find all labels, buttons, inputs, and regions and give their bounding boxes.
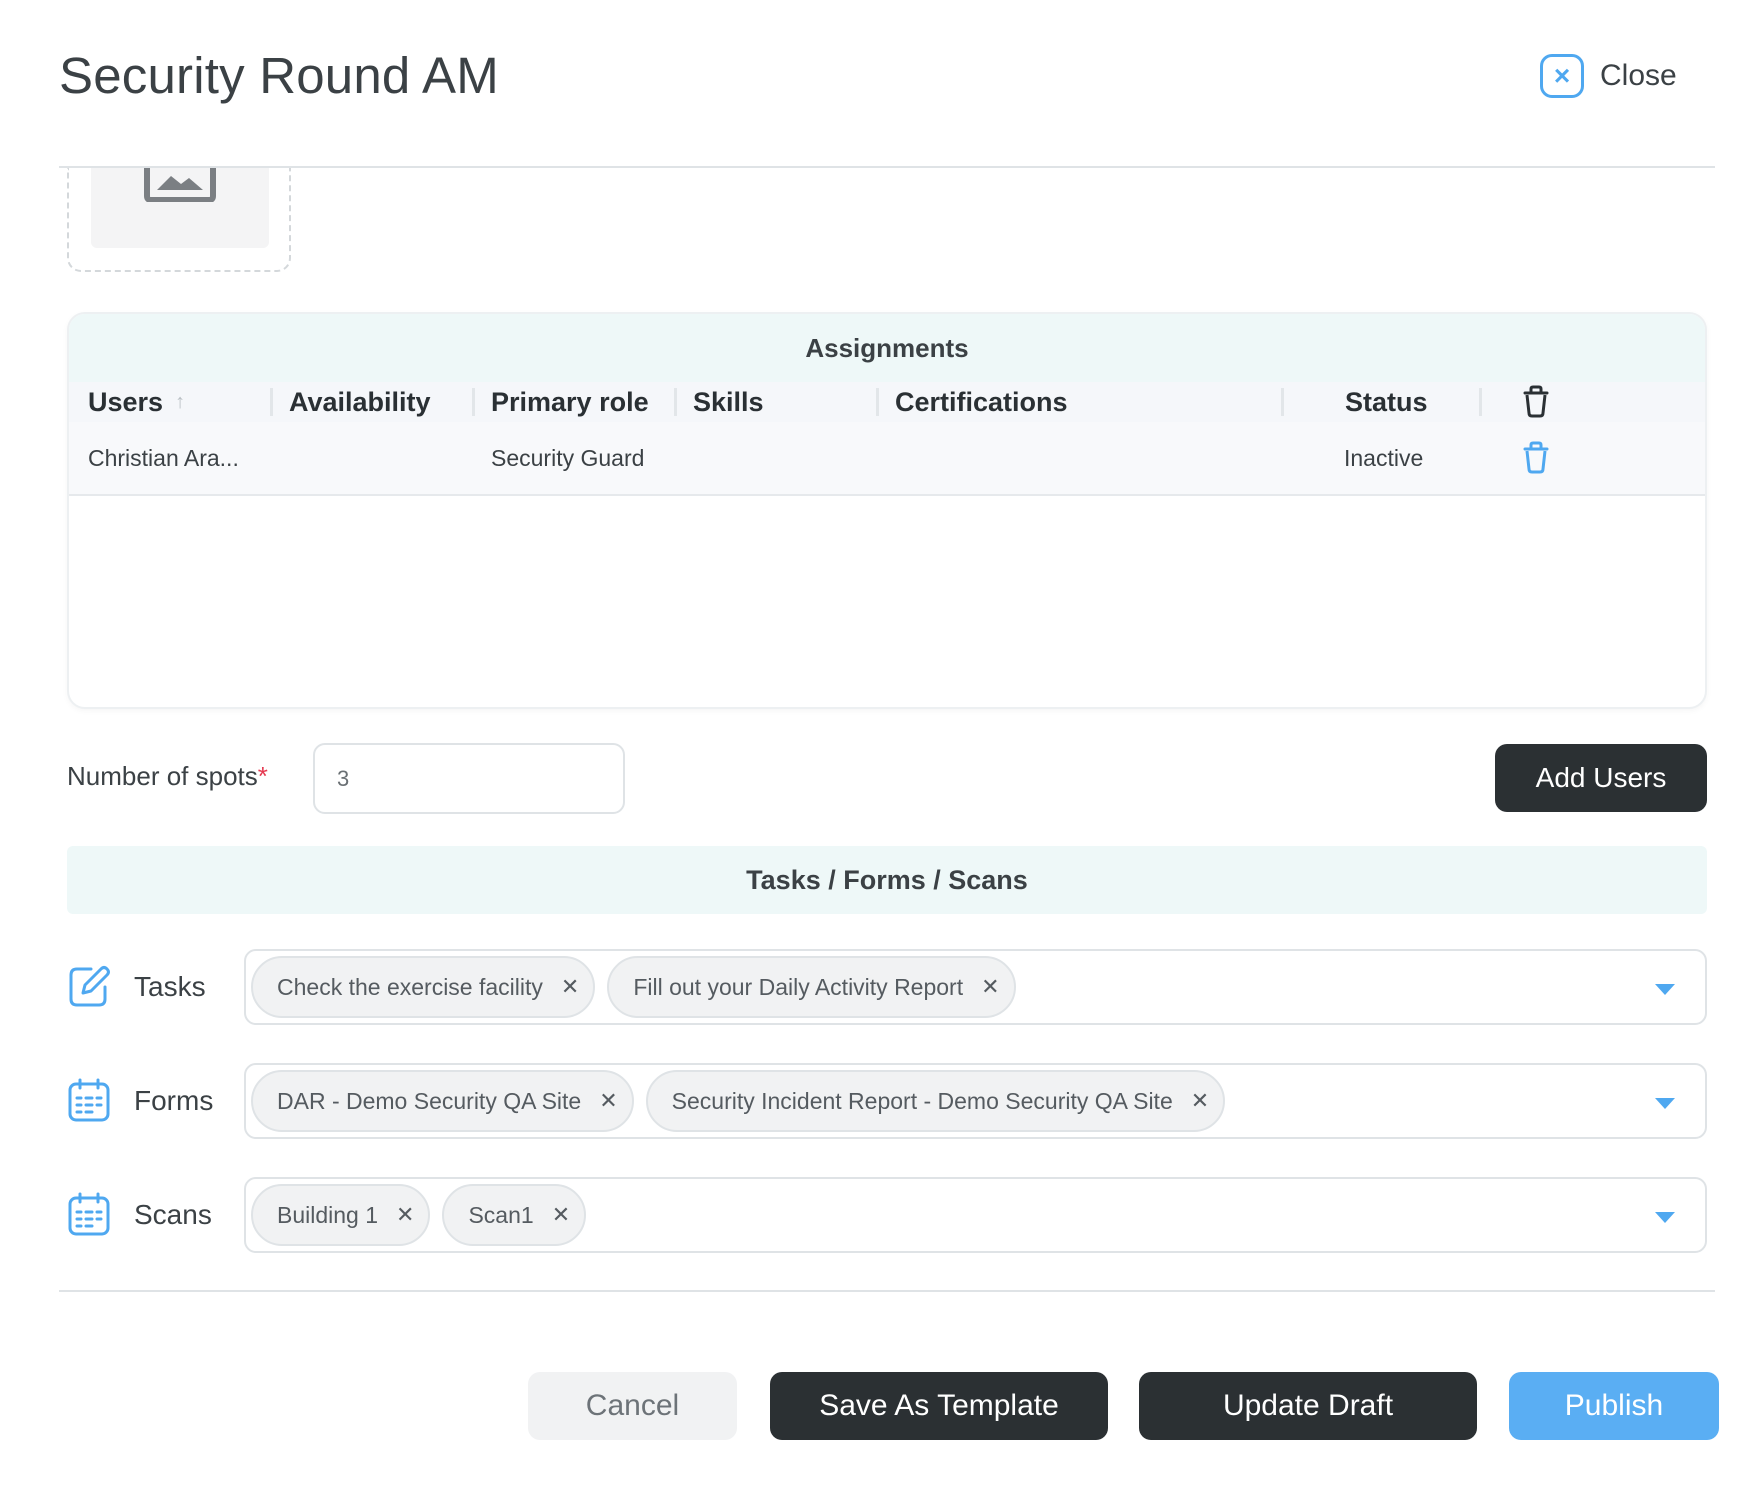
image-placeholder [91, 168, 269, 248]
scans-multiselect[interactable]: Building 1 ✕ Scan1 ✕ [244, 1177, 1707, 1253]
pencil-edit-icon [69, 966, 110, 1007]
tag-chip: DAR - Demo Security QA Site ✕ [251, 1070, 634, 1132]
assignments-table: Assignments Users ↑ Availability Primary… [67, 312, 1707, 709]
image-upload-dropzone[interactable] [67, 168, 291, 272]
chip-label: Check the exercise facility [277, 973, 543, 1000]
trash-icon[interactable] [1521, 385, 1551, 419]
footer-divider [59, 1290, 1715, 1292]
spots-label-text: Number of spots [67, 761, 258, 791]
spots-label: Number of spots* [67, 761, 268, 792]
cell-user: Christian Ara... [88, 444, 239, 471]
column-header-status[interactable]: Status [1345, 382, 1428, 422]
column-header-availability[interactable]: Availability [289, 382, 431, 422]
column-header-certifications[interactable]: Certifications [895, 382, 1068, 422]
remove-tag-icon[interactable]: ✕ [552, 1202, 570, 1228]
tasks-multiselect[interactable]: Check the exercise facility ✕ Fill out y… [244, 949, 1707, 1025]
cancel-button[interactable]: Cancel [528, 1372, 737, 1440]
tfs-section-title: Tasks / Forms / Scans [67, 846, 1707, 914]
add-users-button[interactable]: Add Users [1495, 744, 1707, 812]
chip-label: Fill out your Daily Activity Report [633, 973, 964, 1000]
chip-label: Security Incident Report - Demo Security… [671, 1087, 1173, 1114]
scans-row: Scans Building 1 ✕ Scan1 ✕ [67, 1177, 1707, 1253]
page-title: Security Round AM [59, 47, 499, 104]
close-icon[interactable]: × [1540, 54, 1584, 98]
tasks-label: Tasks [134, 971, 206, 1002]
cell-status: Inactive [1344, 444, 1424, 471]
forms-row: Forms DAR - Demo Security QA Site ✕ Secu… [67, 1063, 1707, 1139]
column-resize-handle[interactable] [1479, 388, 1482, 416]
tag-chip: Check the exercise facility ✕ [251, 956, 596, 1018]
tag-chip: Security Incident Report - Demo Security… [645, 1070, 1226, 1132]
column-resize-handle[interactable] [270, 388, 273, 416]
column-header-users[interactable]: Users ↑ [88, 382, 185, 422]
remove-tag-icon[interactable]: ✕ [599, 1088, 617, 1114]
table-row[interactable]: Christian Ara... Security Guard Inactive [69, 422, 1705, 496]
caret-down-icon[interactable] [1655, 984, 1675, 995]
column-resize-handle[interactable] [674, 388, 677, 416]
delete-all-button[interactable] [1521, 382, 1551, 422]
calendar-icon [68, 1078, 110, 1122]
column-header-users-label[interactable]: Users [88, 387, 163, 418]
column-header-skills[interactable]: Skills [693, 382, 764, 422]
tasks-row: Tasks Check the exercise facility ✕ Fill… [67, 949, 1707, 1025]
update-draft-button[interactable]: Update Draft [1139, 1372, 1477, 1440]
forms-label: Forms [134, 1085, 214, 1116]
column-header-primary-role[interactable]: Primary role [491, 382, 649, 422]
save-as-template-button[interactable]: Save As Template [770, 1372, 1108, 1440]
close-label[interactable]: Close [1600, 59, 1677, 93]
chip-label: Building 1 [277, 1201, 379, 1228]
publish-button[interactable]: Publish [1509, 1372, 1719, 1440]
modal-page: Security Round AM × Close Assignments Us… [0, 0, 1762, 1486]
remove-tag-icon[interactable]: ✕ [981, 974, 999, 1000]
column-resize-handle[interactable] [1281, 388, 1284, 416]
image-icon [144, 168, 216, 202]
chip-label: DAR - Demo Security QA Site [277, 1087, 582, 1114]
tag-chip: Fill out your Daily Activity Report ✕ [607, 956, 1016, 1018]
column-resize-handle[interactable] [876, 388, 879, 416]
remove-tag-icon[interactable]: ✕ [1191, 1088, 1209, 1114]
chip-label: Scan1 [468, 1201, 534, 1228]
calendar-icon [68, 1192, 110, 1236]
table-header-row: Users ↑ Availability Primary role Skills… [69, 382, 1705, 422]
cell-primary-role: Security Guard [491, 444, 645, 471]
caret-down-icon[interactable] [1655, 1098, 1675, 1109]
forms-multiselect[interactable]: DAR - Demo Security QA Site ✕ Security I… [244, 1063, 1707, 1139]
column-resize-handle[interactable] [472, 388, 475, 416]
header-divider [59, 166, 1715, 168]
tag-chip: Scan1 ✕ [442, 1184, 587, 1246]
close-button[interactable]: × Close [1540, 50, 1677, 102]
scans-label: Scans [134, 1199, 212, 1230]
assignments-title: Assignments [69, 314, 1705, 382]
spots-input[interactable] [313, 743, 625, 814]
required-marker: * [257, 761, 268, 791]
caret-down-icon[interactable] [1655, 1212, 1675, 1223]
trash-icon[interactable] [1521, 441, 1551, 475]
remove-user-button[interactable] [1521, 422, 1551, 494]
remove-tag-icon[interactable]: ✕ [561, 974, 579, 1000]
sort-arrow-up-icon[interactable]: ↑ [175, 391, 185, 414]
tag-chip: Building 1 ✕ [251, 1184, 431, 1246]
remove-tag-icon[interactable]: ✕ [396, 1202, 414, 1228]
